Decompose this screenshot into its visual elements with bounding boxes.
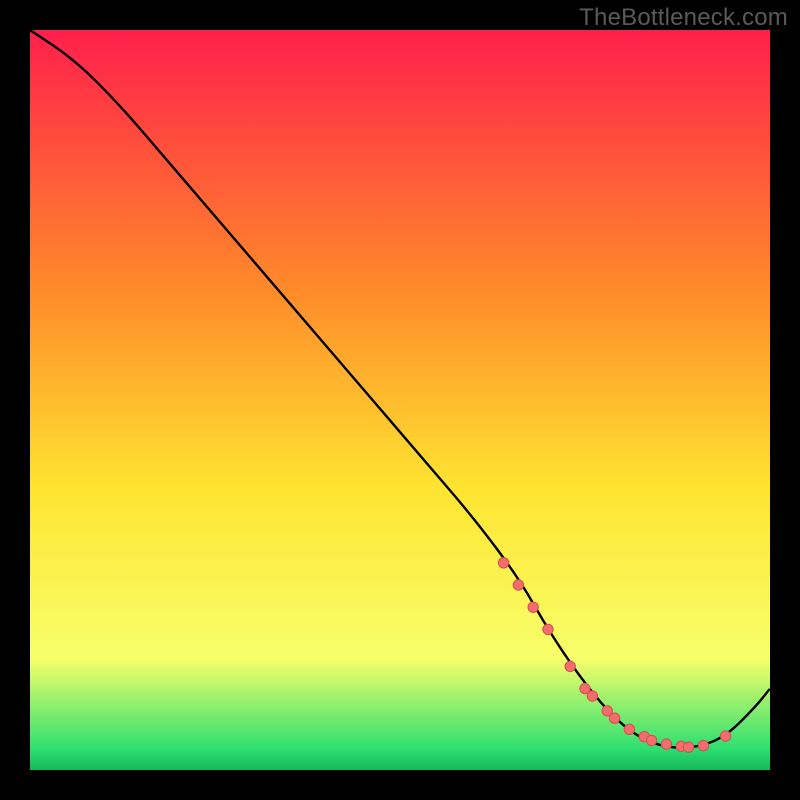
data-point bbox=[720, 731, 730, 741]
data-point bbox=[683, 742, 693, 752]
data-point bbox=[528, 602, 538, 612]
data-point bbox=[587, 691, 597, 701]
data-point bbox=[498, 558, 508, 568]
data-point bbox=[698, 740, 708, 750]
data-point bbox=[624, 724, 634, 734]
data-point bbox=[565, 661, 575, 671]
data-point bbox=[513, 580, 523, 590]
data-point bbox=[646, 735, 656, 745]
data-point bbox=[661, 739, 671, 749]
data-point bbox=[543, 624, 553, 634]
chart-svg bbox=[30, 30, 770, 770]
watermark-text: TheBottleneck.com bbox=[579, 4, 788, 32]
bottleneck-plot bbox=[30, 30, 770, 770]
data-point bbox=[609, 713, 619, 723]
gradient-background bbox=[30, 30, 770, 770]
chart-frame: TheBottleneck.com bbox=[0, 0, 800, 800]
